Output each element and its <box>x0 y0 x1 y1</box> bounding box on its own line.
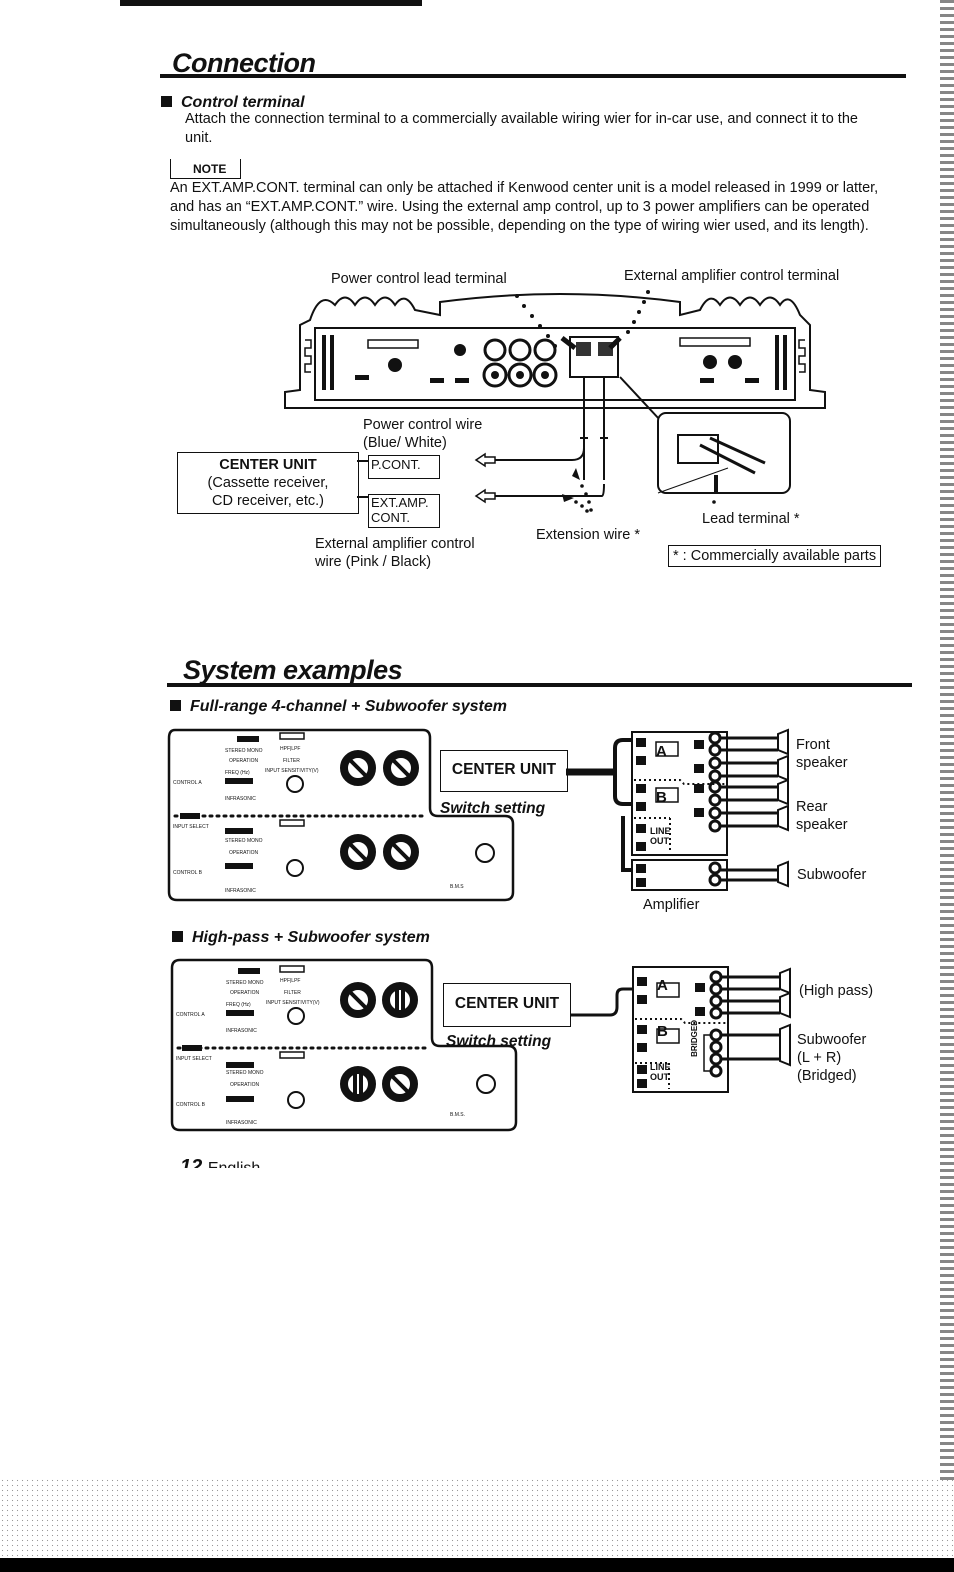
svg-text:B.M.S.: B.M.S. <box>450 1112 465 1118</box>
svg-text:STEREO MONO: STEREO MONO <box>226 1070 264 1076</box>
center-unit-label: CENTER UNIT <box>454 995 560 1012</box>
subwoofer-text: Subwoofer <box>797 1032 867 1048</box>
wiring-diagram-full-range <box>566 728 789 891</box>
svg-text:FILTER: FILTER <box>284 990 301 996</box>
svg-text:INPUT SENSITIVITY(V): INPUT SENSITIVITY(V) <box>266 1000 320 1006</box>
svg-text:CONTROL B: CONTROL B <box>176 1102 206 1108</box>
scan-edge-top <box>120 0 422 6</box>
scan-edge-bottom <box>0 1558 954 1572</box>
bullet-icon <box>161 96 172 107</box>
rear-speaker-text-2: speaker <box>796 817 848 833</box>
center-unit-subtitle-1: (Cassette receiver, <box>207 475 329 491</box>
power-control-wire-color: (Blue/ White) <box>363 435 447 451</box>
power-control-wire-label: Power control wire (Blue/ White) <box>363 416 482 452</box>
svg-text:STEREO MONO: STEREO MONO <box>225 748 263 754</box>
front-speaker-label: Front speaker <box>796 736 848 772</box>
svg-text:OPERATION: OPERATION <box>230 990 259 996</box>
line-out-text-2: OUT <box>650 1072 669 1082</box>
note-text: An EXT.AMP.CONT. terminal can only be at… <box>170 180 879 234</box>
switch-setting-label: Switch setting <box>446 1033 552 1050</box>
svg-text:OPERATION: OPERATION <box>230 1082 259 1088</box>
channel-b-label: B <box>657 1023 668 1040</box>
subheading-full-range: Full-range 4-channel + Subwoofer system <box>170 698 507 716</box>
section-rule <box>167 683 912 687</box>
extamp-text-1: EXT.AMP. <box>371 495 429 510</box>
svg-text:HPF|LPF: HPF|LPF <box>280 978 300 984</box>
svg-text:B.M.S: B.M.S <box>450 884 464 890</box>
rear-speaker-text-1: Rear <box>796 799 828 815</box>
center-unit-subtitle-2: CD receiver, etc.) <box>212 493 324 509</box>
center-unit-box-high-pass: CENTER UNIT <box>443 983 571 1027</box>
center-unit-box-full-range: CENTER UNIT <box>440 750 568 792</box>
subwoofer-lr-text: (L + R) <box>797 1050 842 1066</box>
center-unit-box: CENTER UNIT (Cassette receiver, CD recei… <box>177 452 359 514</box>
power-control-wire-text: Power control wire <box>363 417 483 433</box>
svg-text:CONTROL B: CONTROL B <box>173 870 203 876</box>
svg-text:INPUT SENSITIVITY(V): INPUT SENSITIVITY(V) <box>265 768 319 774</box>
subwoofer-bridged-label: Subwoofer (L + R) (Bridged) <box>797 1031 866 1085</box>
center-unit-title: CENTER UNIT <box>219 457 317 473</box>
svg-text:OPERATION: OPERATION <box>229 758 258 764</box>
page-footer: 12 English <box>180 1156 260 1168</box>
line-out-label: LINE OUT <box>650 826 671 846</box>
subwoofer-bridged-text: (Bridged) <box>797 1068 857 1084</box>
page-number: 12 <box>180 1156 203 1168</box>
amplifier-illustration <box>284 290 826 513</box>
ext-amp-control-wire-color: wire (Pink / Black) <box>315 554 432 570</box>
svg-text:CONTROL A: CONTROL A <box>173 780 202 786</box>
svg-text:INFRASONIC: INFRASONIC <box>226 1028 257 1034</box>
scan-noise <box>0 1478 954 1560</box>
channel-b-label: B <box>656 789 667 806</box>
svg-text:FREQ (Hz): FREQ (Hz) <box>225 770 250 776</box>
channel-a-label: A <box>657 977 668 994</box>
subheading-text: High-pass + Subwoofer system <box>192 929 430 946</box>
svg-text:INPUT SELECT: INPUT SELECT <box>176 1056 212 1062</box>
svg-text:INPUT SELECT: INPUT SELECT <box>173 824 209 830</box>
svg-text:STEREO MONO: STEREO MONO <box>226 980 264 986</box>
subheading-text: Full-range 4-channel + Subwoofer system <box>190 698 507 715</box>
line-out-text-1: LINE <box>650 826 671 836</box>
line-out-text-1: LINE <box>650 1062 671 1072</box>
pcont-terminal-box: P.CONT. <box>368 455 440 479</box>
subheading-high-pass: High-pass + Subwoofer system <box>172 929 430 947</box>
subwoofer-label: Subwoofer <box>797 867 867 883</box>
control-terminal-text: Attach the connection terminal to a comm… <box>185 111 858 146</box>
channel-a-label: A <box>656 743 667 760</box>
front-speaker-text-2: speaker <box>796 755 848 771</box>
wiring-diagram-high-pass <box>571 966 791 1093</box>
extamp-text-2: CONT. <box>371 510 410 525</box>
ext-amp-control-wire-text: External amplifier control <box>315 536 475 552</box>
bullet-icon <box>170 700 181 711</box>
section-rule <box>160 74 906 78</box>
svg-text:INFRASONIC: INFRASONIC <box>225 888 256 894</box>
svg-text:FILTER: FILTER <box>283 758 300 764</box>
center-unit-label: CENTER UNIT <box>451 761 557 778</box>
svg-text:STEREO MONO: STEREO MONO <box>225 838 263 844</box>
svg-text:INFRASONIC: INFRASONIC <box>225 796 256 802</box>
page-language: English <box>208 1160 260 1168</box>
subheading-text: Control terminal <box>181 94 305 111</box>
section-title-system-examples: System examples <box>183 655 403 685</box>
svg-text:CONTROL A: CONTROL A <box>176 1012 205 1018</box>
amplifier-label: Amplifier <box>643 897 700 913</box>
front-speaker-text-1: Front <box>796 737 830 753</box>
svg-text:INFRASONIC: INFRASONIC <box>226 1120 257 1126</box>
bridged-label: BRIDGED <box>690 1020 699 1057</box>
lead-terminal-label: Lead terminal * <box>702 511 800 527</box>
svg-text:HPF|LPF: HPF|LPF <box>280 746 300 752</box>
scan-edge-right <box>940 0 954 1480</box>
commercially-available-note: * : Commercially available parts <box>668 545 882 567</box>
svg-text:OPERATION: OPERATION <box>229 850 258 856</box>
ext-amp-control-wire-label: External amplifier control wire (Pink / B… <box>315 535 475 571</box>
switch-setting-label: Switch setting <box>440 800 546 817</box>
note-label: NOTE <box>170 159 242 179</box>
extamp-terminal-box: EXT.AMP. CONT. <box>368 494 440 528</box>
bullet-icon <box>172 931 183 942</box>
line-out-text-2: OUT <box>650 836 669 846</box>
rear-speaker-label: Rear speaker <box>796 798 848 834</box>
extension-wire-label: Extension wire * <box>536 527 640 543</box>
line-out-label: LINE OUT <box>650 1062 671 1082</box>
high-pass-label: (High pass) <box>799 983 874 999</box>
svg-text:FREQ (Hz): FREQ (Hz) <box>226 1002 251 1008</box>
